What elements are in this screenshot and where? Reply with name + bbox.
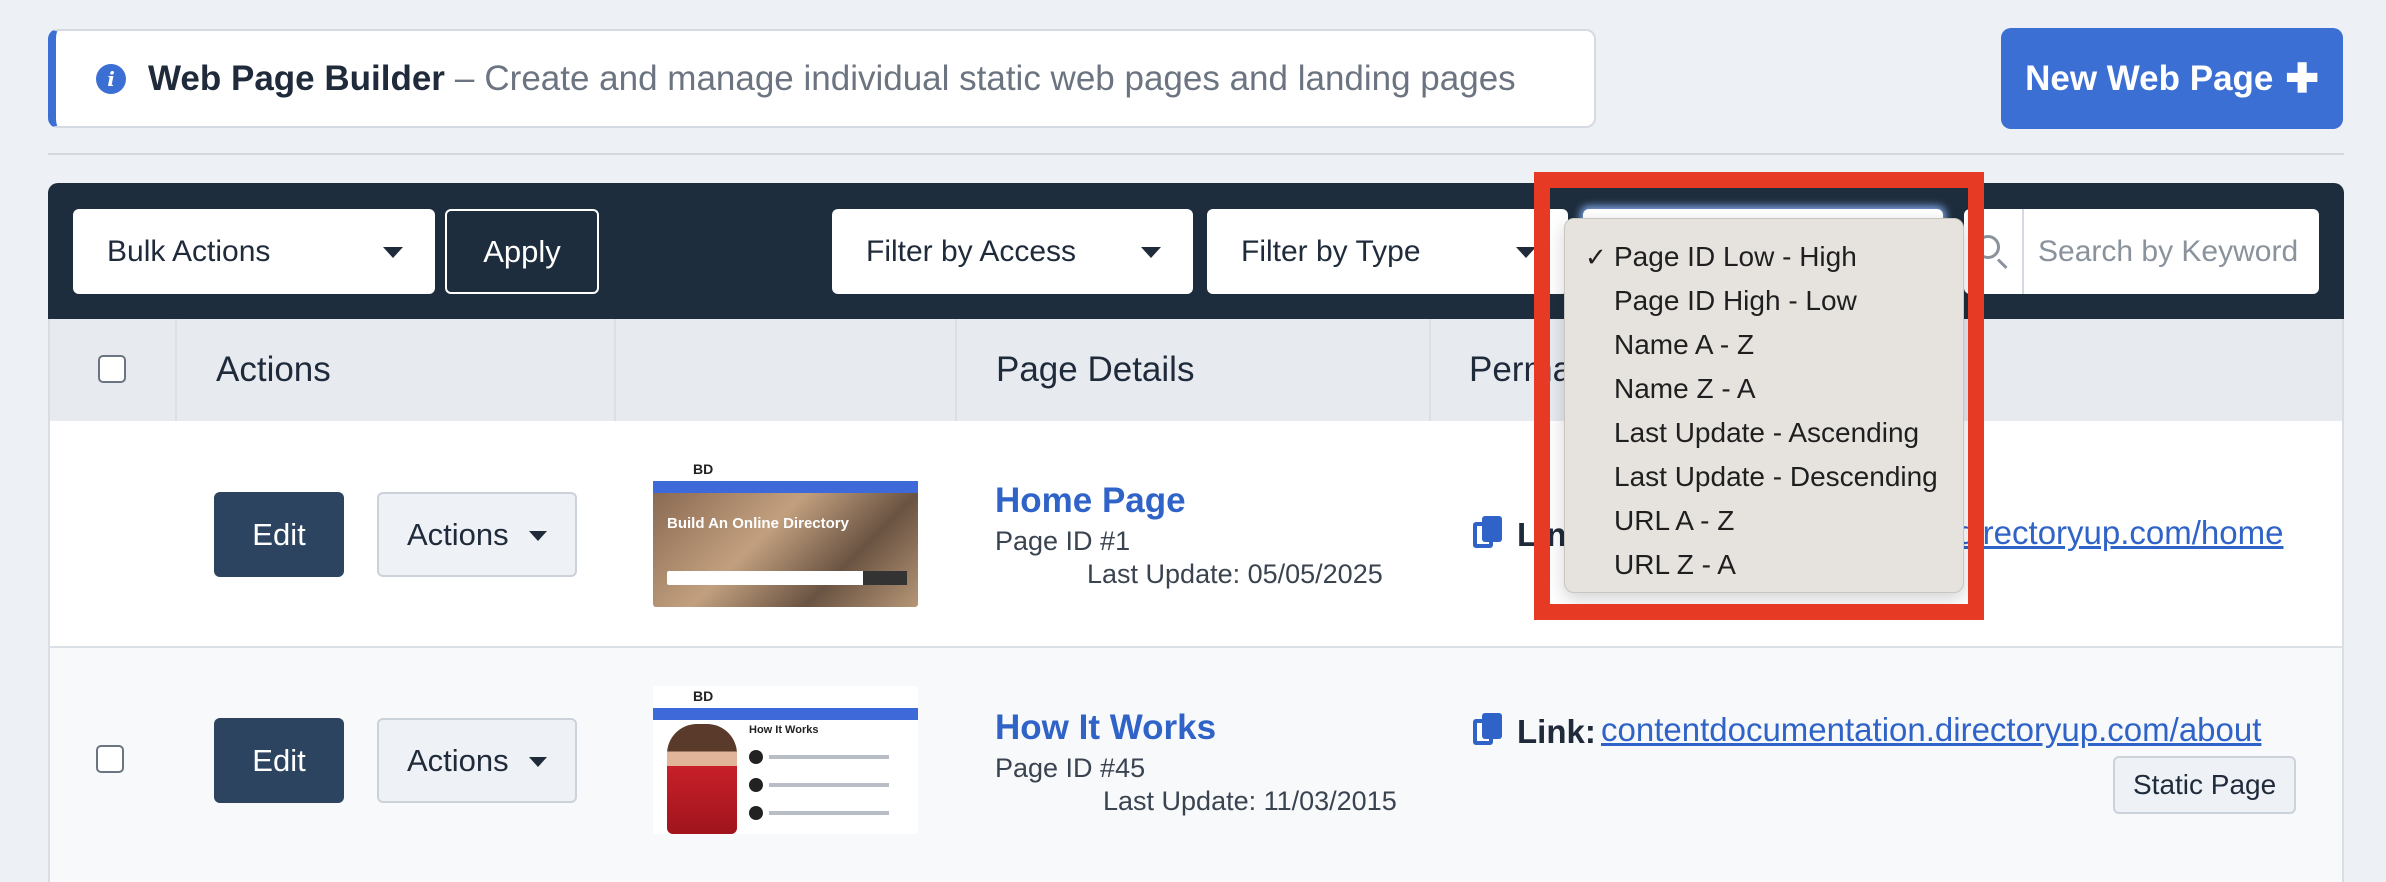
link-label: Lin (1517, 516, 1567, 553)
header-page-details: Page Details (996, 350, 1195, 389)
last-update: Last Update: 05/05/2025 (1087, 559, 1383, 589)
info-icon: i (96, 63, 126, 94)
copy-icon[interactable] (1473, 516, 1503, 550)
chevron-down-icon (529, 757, 547, 767)
sort-option[interactable]: Last Update - Descending (1565, 455, 1963, 499)
thumbnail-logo: BD (693, 461, 714, 477)
page-name-link[interactable]: Home Page (995, 481, 1186, 521)
link-label: Link: (1517, 713, 1596, 750)
sort-dropdown-menu: ✓ Page ID Low - High Page ID High - Low … (1564, 218, 1964, 593)
header-permalink: Perma (1469, 350, 1573, 389)
chevron-down-icon (529, 531, 547, 541)
thumbnail-logo: BD (693, 688, 714, 704)
page-id: Page ID #1 (995, 526, 1131, 556)
info-banner: i Web Page Builder – Create and manage i… (48, 29, 1596, 128)
page-id: Page ID #45 (995, 753, 1146, 783)
divider (48, 153, 2344, 155)
page-description: Create and manage individual static web … (484, 58, 1516, 98)
page-title: Web Page Builder (148, 58, 445, 98)
sort-option[interactable]: Page ID High - Low (1565, 279, 1963, 323)
new-web-page-label: New Web Page (2025, 58, 2274, 98)
new-web-page-button[interactable]: New Web Page ✚ (2001, 28, 2343, 129)
title-separator: – (454, 58, 475, 98)
bulk-actions-select[interactable]: Bulk Actions (73, 209, 435, 294)
row-checkbox[interactable] (96, 745, 124, 773)
header-actions: Actions (216, 350, 331, 389)
page-thumbnail[interactable]: BD Build An Online Directory (653, 459, 918, 607)
filter-access-label: Filter by Access (866, 234, 1077, 268)
page-type-badge: Static Page (2113, 756, 2297, 814)
thumbnail-headline: Build An Online Directory (667, 515, 849, 532)
search-icon-wrap (1964, 209, 2024, 294)
row-actions-label: Actions (407, 516, 509, 552)
filter-type-select[interactable]: Filter by Type (1207, 209, 1568, 294)
checkmark-icon: ✓ (1585, 241, 1607, 272)
thumbnail-headline: How It Works (749, 724, 819, 736)
table-header: Actions Page Details Perma (48, 319, 2344, 421)
page-name-link[interactable]: How It Works (995, 708, 1216, 748)
sort-option[interactable]: Name Z - A (1565, 367, 1963, 411)
permalink-url[interactable]: contentdocumentation.directoryup.com/abo… (1601, 711, 2261, 749)
sort-option[interactable]: URL Z - A (1565, 543, 1963, 587)
row-actions-button[interactable]: Actions (377, 718, 577, 803)
edit-button[interactable]: Edit (214, 492, 344, 577)
bulk-actions-label: Bulk Actions (107, 234, 271, 268)
chevron-down-icon (1141, 247, 1161, 258)
apply-button[interactable]: Apply (445, 209, 599, 294)
select-all-checkbox[interactable] (98, 355, 126, 383)
last-update: Last Update: 11/03/2015 (1103, 786, 1397, 816)
sort-option[interactable]: Last Update - Ascending (1565, 411, 1963, 455)
filter-access-select[interactable]: Filter by Access (832, 209, 1193, 294)
plus-icon: ✚ (2285, 56, 2319, 101)
sort-option[interactable]: ✓ Page ID Low - High (1565, 235, 1963, 279)
chevron-down-icon (1516, 247, 1536, 258)
search-input[interactable] (2024, 234, 2314, 269)
filter-type-label: Filter by Type (1241, 234, 1421, 268)
sort-option[interactable]: Name A - Z (1565, 323, 1963, 367)
permalink-url[interactable]: directoryup.com/home (1957, 514, 2283, 552)
row-actions-label: Actions (407, 742, 509, 778)
page-thumbnail[interactable]: BD How It Works (653, 686, 918, 834)
sort-option[interactable]: URL A - Z (1565, 499, 1963, 543)
search-icon (1976, 235, 2000, 259)
copy-icon[interactable] (1473, 713, 1503, 747)
chevron-down-icon (383, 247, 403, 258)
search-box[interactable] (1964, 209, 2319, 294)
edit-button[interactable]: Edit (214, 718, 344, 803)
row-actions-button[interactable]: Actions (377, 492, 577, 577)
